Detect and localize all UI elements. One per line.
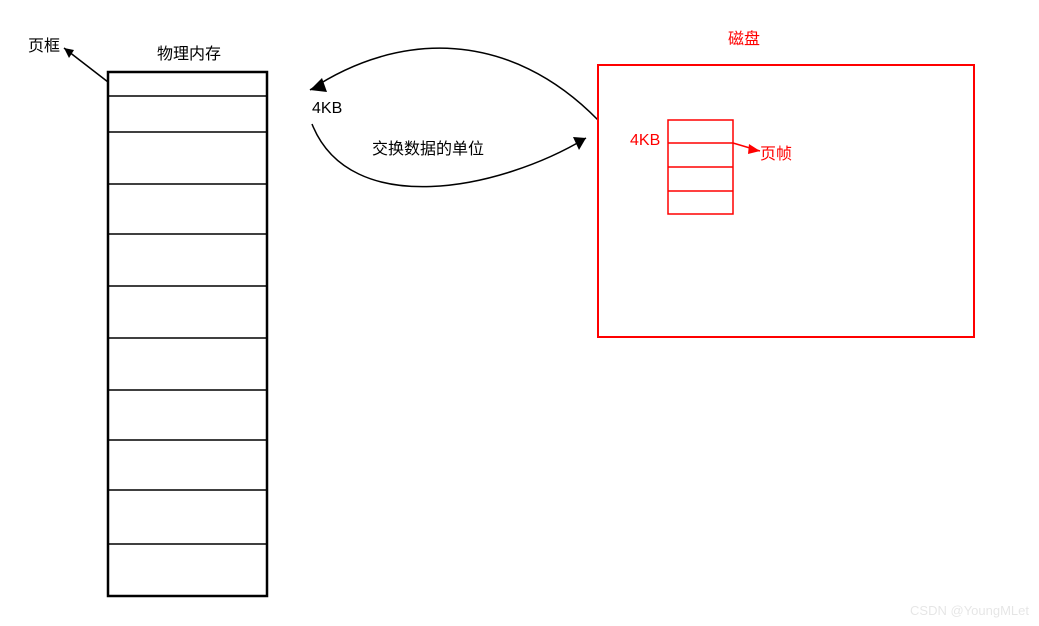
- label-page-frame: 页框: [28, 32, 60, 56]
- arrow-top-curve: [310, 48, 598, 120]
- label-size-left: 4KB: [312, 100, 342, 118]
- label-exchange-unit: 交换数据的单位: [372, 135, 484, 159]
- label-disk: 磁盘: [728, 25, 760, 49]
- label-size-right: 4KB: [630, 132, 660, 150]
- watermark: CSDN @YoungMLet: [910, 603, 1029, 618]
- label-page-frame-disk: 页帧: [760, 140, 792, 164]
- arrowhead: [573, 137, 586, 150]
- arrowhead: [748, 144, 760, 154]
- label-physical-memory: 物理内存: [157, 40, 221, 64]
- disk-rect: [598, 65, 974, 337]
- memory-rect: [108, 72, 267, 596]
- arrowhead: [64, 48, 74, 58]
